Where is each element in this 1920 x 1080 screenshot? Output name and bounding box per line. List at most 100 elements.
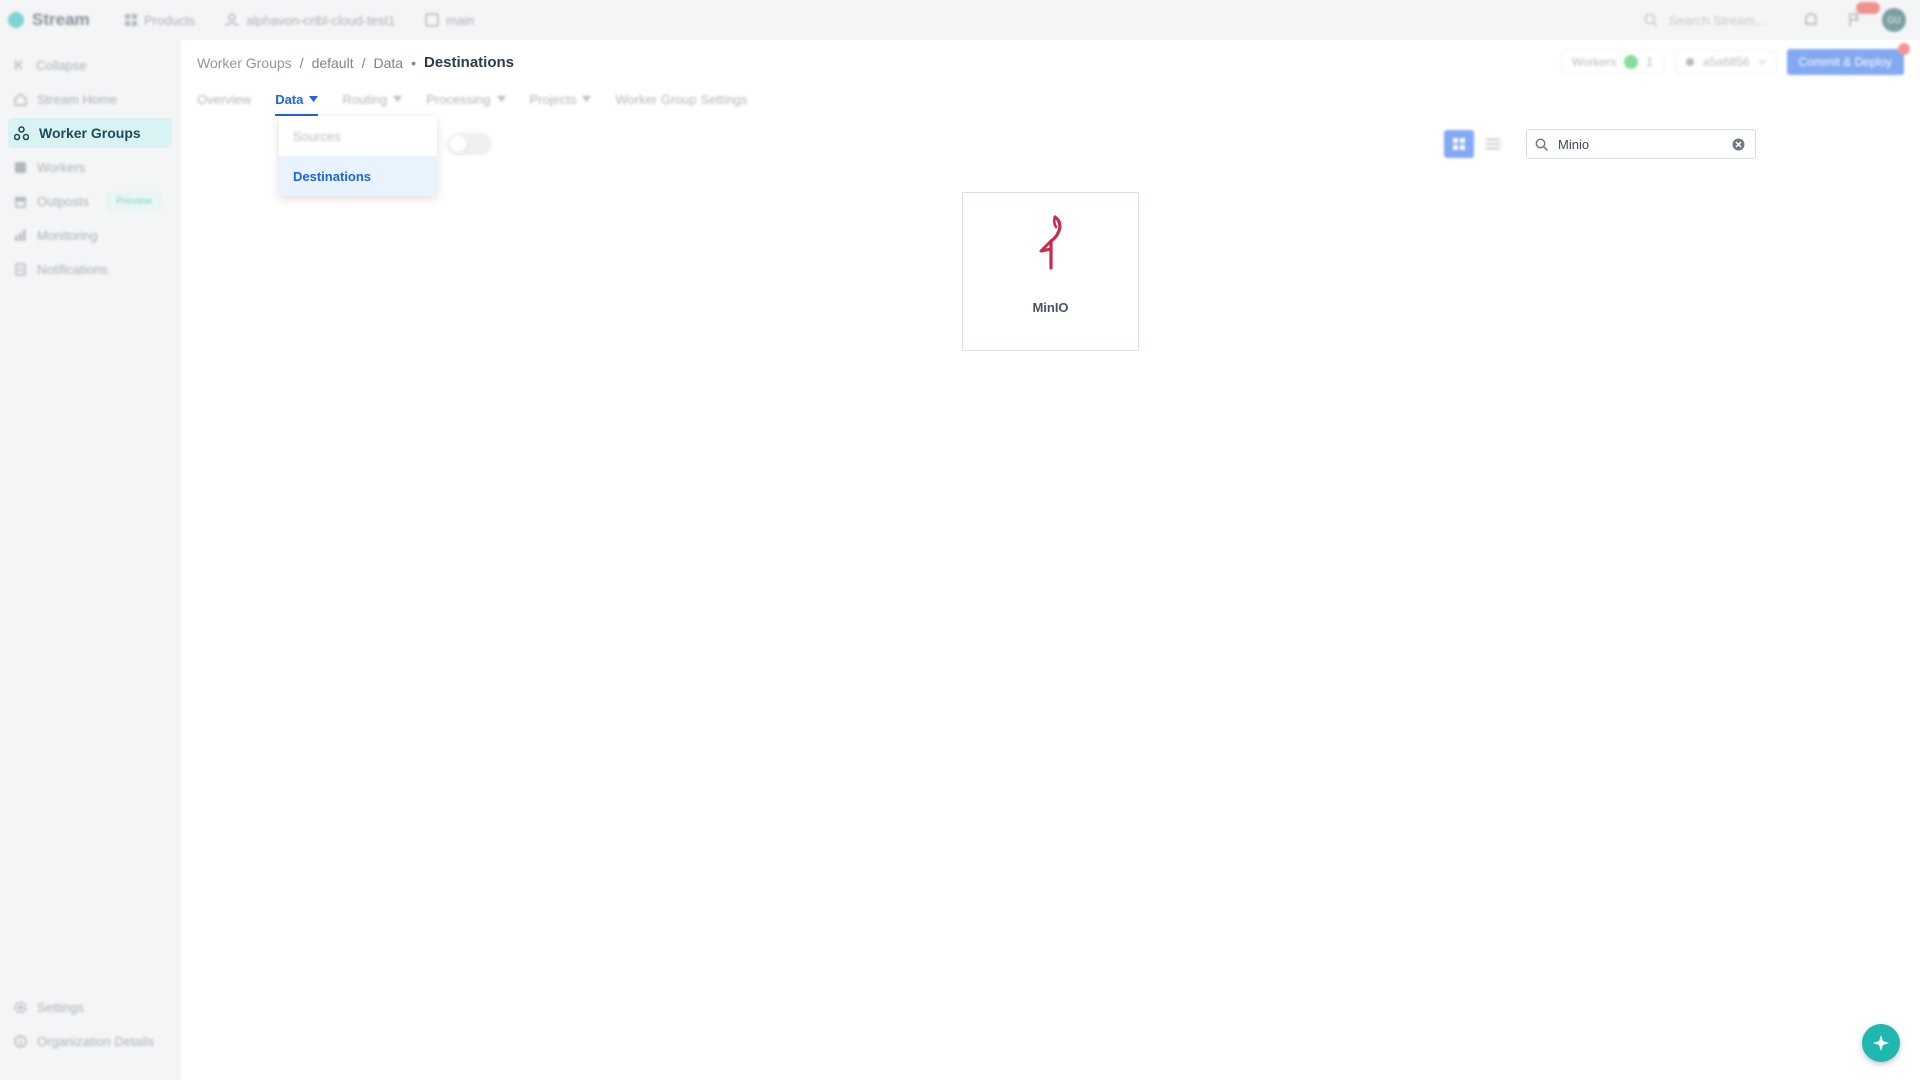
sidebar-item-collapse[interactable]: Collapse [8,50,172,80]
minio-logo-icon [1029,213,1073,273]
worker-groups-icon [14,125,29,141]
sidebar-item-organization-details[interactable]: Organization Details [8,1026,172,1056]
list-view-button[interactable] [1478,130,1508,158]
workers-status[interactable]: Workers 1 [1560,50,1664,74]
header-actions: Workers 1 a5a6856 Commit & Deploy [1560,43,1910,75]
sidebar-item-settings[interactable]: Settings [8,992,172,1022]
home-icon [14,92,27,106]
avatar-initials: GU [1887,15,1901,25]
caret-down-icon [582,96,592,102]
commit-icon [1685,57,1695,67]
org-selector[interactable]: alphavon-cribl-cloud-test1 [225,13,395,28]
workers-icon [14,161,27,174]
tab-worker-group-settings[interactable]: Worker Group Settings [615,84,747,114]
outposts-icon [14,195,27,208]
brand-name: Stream [32,10,90,29]
clear-search-icon[interactable] [1732,138,1745,151]
destination-card-minio[interactable]: MinIO [962,192,1139,351]
menu-item-label: Destinations [293,168,372,184]
notification-badge [1856,2,1880,14]
deploy-label: Commit & Deploy [1798,55,1892,69]
org-label: alphavon-cribl-cloud-test1 [246,12,396,28]
sidebar-item-workers[interactable]: Workers [8,152,172,182]
sidebar-item-label: Organization Details [37,1033,155,1049]
tab-label: Processing [426,91,491,107]
list-view-icon [1486,138,1500,150]
tab-label: Projects [529,91,577,107]
info-icon [14,1034,27,1048]
toggle-knob [449,135,467,153]
tab-label: Data [275,91,304,107]
help-fab[interactable] [1862,1024,1900,1062]
tab-label: Worker Group Settings [615,91,748,107]
products-label: Products [144,12,196,28]
sidebar-item-outposts[interactable]: Outposts Preview [8,186,172,216]
monitoring-icon [14,229,27,242]
sidebar-item-monitoring[interactable]: Monitoring [8,220,172,250]
grid-icon [125,14,137,26]
grid-view-icon [1453,138,1465,150]
brand-logo[interactable]: Stream [8,10,113,30]
branch-selector[interactable]: main [425,13,474,28]
workers-label: Workers [1571,55,1617,69]
sidebar-item-label: Stream Home [37,91,118,107]
global-search[interactable]: Search Stream... [1644,13,1766,28]
breadcrumb-worker-groups[interactable]: Worker Groups [197,55,292,71]
global-search-placeholder: Search Stream... [1668,12,1766,28]
products-menu[interactable]: Products [125,13,195,28]
top-bar: Stream Products alphavon-cribl-cloud-tes… [0,0,1920,40]
sidebar-item-label: Outposts [37,193,90,209]
caret-down-icon [393,96,403,102]
workers-count: 1 [1646,55,1653,69]
search-icon [1644,13,1658,27]
avatar[interactable]: GU [1882,8,1906,32]
commit-hash: a5a6856 [1702,55,1750,69]
data-menu-dropdown: Sources Destinations [279,116,437,196]
breadcrumb-separator: • [411,54,416,71]
bell-icon[interactable] [1804,12,1818,28]
tab-data[interactable]: Data [275,84,319,116]
menu-item-sources[interactable]: Sources [279,116,437,156]
tab-bar: Overview Data Routing Processing Project… [197,84,771,116]
tab-projects[interactable]: Projects [530,84,592,114]
search-icon [1535,138,1548,151]
sparkle-icon [1872,1034,1890,1052]
deploy-indicator [1898,43,1910,55]
user-icon [225,13,239,27]
notifications-icon [14,262,27,276]
collapse-icon [14,59,26,71]
card-label: MinIO [1032,300,1069,315]
breadcrumb-data[interactable]: Data [374,55,404,71]
view-toggle [1444,130,1508,158]
breadcrumb: Worker Groups / default / Data • Destina… [197,54,514,71]
menu-item-destinations[interactable]: Destinations [279,156,437,196]
branch-icon [425,13,439,27]
page-title: Destinations [423,54,514,71]
sidebar-item-label: Worker Groups [39,125,141,141]
chevron-down-icon [1758,59,1766,65]
search-input[interactable] [1556,135,1730,153]
menu-item-label: Sources [293,128,341,144]
stream-logo-icon [8,12,24,28]
sidebar: Collapse Stream Home Worker Groups Worke… [0,40,181,1080]
tab-processing[interactable]: Processing [426,84,506,114]
tab-overview[interactable]: Overview [197,84,251,114]
sidebar-item-label: Monitoring [37,227,98,243]
sidebar-item-worker-groups[interactable]: Worker Groups [8,118,172,148]
breadcrumb-separator: / [361,54,366,71]
commit-selector[interactable]: a5a6856 [1673,50,1777,74]
commit-deploy-button[interactable]: Commit & Deploy [1786,43,1910,75]
sidebar-item-stream-home[interactable]: Stream Home [8,84,172,114]
tab-label: Routing [342,91,388,107]
sidebar-item-label: Collapse [36,57,87,73]
breadcrumb-default[interactable]: default [312,55,354,71]
branch-label: main [446,12,475,28]
main-content: Worker Groups / default / Data • Destina… [181,40,1920,1080]
flag-icon[interactable] [1848,2,1880,28]
destination-search[interactable] [1526,129,1756,159]
caret-down-icon [309,96,319,102]
tab-routing[interactable]: Routing [342,84,403,114]
grid-view-button[interactable] [1444,130,1474,158]
filter-toggle[interactable] [447,133,491,155]
sidebar-item-notifications[interactable]: Notifications [8,254,172,284]
